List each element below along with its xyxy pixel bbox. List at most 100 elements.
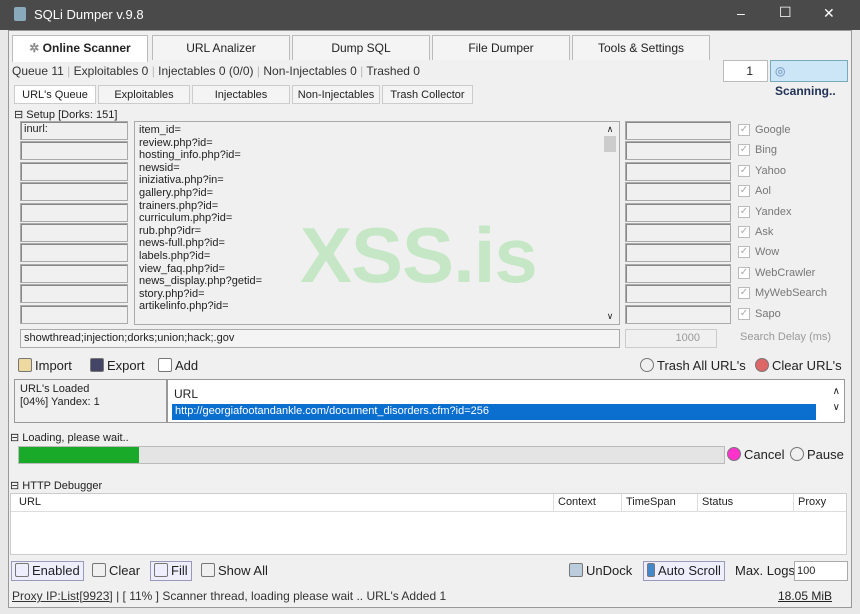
- prefix-input[interactable]: [20, 223, 128, 242]
- tab-dump-sql[interactable]: Dump SQL: [292, 35, 430, 60]
- prefix-input[interactable]: [20, 161, 128, 181]
- urls-loaded-status: [04%] Yandex: 1: [20, 396, 100, 408]
- dork-item[interactable]: item_id=: [139, 124, 262, 137]
- dork-item[interactable]: story.php?id=: [139, 288, 262, 301]
- engine-checkbox[interactable]: ✓: [738, 144, 750, 157]
- engine-value-input[interactable]: [625, 223, 731, 242]
- keywords-input[interactable]: showthread;injection;dorks;union;hack;.g…: [20, 329, 620, 348]
- dork-item[interactable]: newsid=: [139, 162, 262, 175]
- fill-toggle[interactable]: Fill: [150, 561, 192, 581]
- prefix-input[interactable]: inurl:: [20, 121, 128, 140]
- pause-button[interactable]: Pause: [790, 446, 844, 464]
- engine-checkbox[interactable]: ✓: [738, 164, 750, 177]
- dorks-scrollbar[interactable]: ∧ ∨: [603, 124, 617, 322]
- close-button[interactable]: ✕: [823, 5, 835, 22]
- engine-checkbox[interactable]: ✓: [738, 287, 750, 300]
- max-logs-stepper[interactable]: 100: [794, 561, 848, 581]
- engine-value-input[interactable]: [625, 141, 731, 161]
- url-list[interactable]: URL http://georgiafootandankle.com/docum…: [167, 379, 845, 423]
- subtab-trash-collector[interactable]: Trash Collector: [382, 85, 473, 104]
- engine-label: Wow: [755, 246, 780, 259]
- engine-checkbox[interactable]: ✓: [738, 226, 750, 238]
- engine-value-input[interactable]: [625, 202, 731, 222]
- prefix-input[interactable]: [20, 243, 128, 263]
- dork-item[interactable]: trainers.php?id=: [139, 200, 262, 213]
- url-list-scrollbar[interactable]: ∧ ∨: [833, 384, 840, 416]
- debugger-table[interactable]: URL Context TimeSpan Status Proxy: [10, 493, 847, 555]
- tab-file-dumper[interactable]: File Dumper: [432, 35, 570, 60]
- engine-checkbox[interactable]: ✓: [738, 205, 750, 218]
- trashed-count: Trashed 0: [366, 64, 420, 78]
- engine-value-input[interactable]: [625, 121, 731, 140]
- undock-button[interactable]: UnDock: [569, 562, 632, 580]
- injectables-count: Injectables 0 (0/0): [158, 64, 254, 78]
- col-url[interactable]: URL: [19, 494, 41, 511]
- dork-item[interactable]: hosting_info.php?id=: [139, 149, 262, 162]
- engine-checkbox[interactable]: ✓: [738, 246, 750, 259]
- engine-checkbox[interactable]: ✓: [738, 124, 750, 136]
- dork-item[interactable]: labels.php?id=: [139, 250, 262, 263]
- dork-item[interactable]: news-full.php?id=: [139, 237, 262, 250]
- url-row[interactable]: http://georgiafootandankle.com/document_…: [172, 404, 816, 420]
- dork-item[interactable]: view_faq.php?id=: [139, 263, 262, 276]
- memory-usage: 18.05 MiB: [778, 589, 833, 603]
- subtab-injectables[interactable]: Injectables: [192, 85, 290, 104]
- engine-value-input[interactable]: [625, 243, 731, 263]
- setup-group-label[interactable]: ⊟ Setup [Dorks: 151]: [14, 108, 117, 121]
- cancel-button[interactable]: Cancel: [727, 446, 784, 464]
- dork-item[interactable]: review.php?id=: [139, 137, 262, 150]
- engine-value-input[interactable]: [625, 161, 731, 181]
- minimize-button[interactable]: –: [737, 5, 745, 21]
- show-all-button[interactable]: Show All: [201, 562, 268, 580]
- export-button[interactable]: Export: [90, 357, 145, 375]
- subtab-non-injectables[interactable]: Non-Injectables: [292, 85, 380, 104]
- engine-value-input[interactable]: [625, 304, 731, 324]
- subtab-exploitables[interactable]: Exploitables: [98, 85, 190, 104]
- prefix-input[interactable]: [20, 141, 128, 161]
- subtab-urls-queue[interactable]: URL's Queue: [14, 85, 96, 104]
- engine-checkbox[interactable]: ✓: [738, 307, 750, 320]
- prefix-input[interactable]: [20, 304, 128, 324]
- clear-log-button[interactable]: Clear: [92, 562, 140, 580]
- add-button[interactable]: Add: [158, 357, 198, 375]
- clear-urls-button[interactable]: Clear URL's: [755, 357, 842, 375]
- prefix-input[interactable]: [20, 284, 128, 304]
- maximize-button[interactable]: ☐: [779, 4, 792, 21]
- prefix-input[interactable]: [20, 202, 128, 222]
- dork-item[interactable]: artikelinfo.php?id=: [139, 300, 262, 313]
- debugger-header: URL Context TimeSpan Status Proxy: [11, 494, 846, 512]
- tab-online-scanner[interactable]: ✲ Online Scanner: [12, 35, 148, 62]
- engine-checkbox[interactable]: ✓: [738, 266, 750, 279]
- enabled-toggle[interactable]: Enabled: [11, 561, 84, 581]
- dork-item[interactable]: curriculum.php?id=: [139, 212, 262, 225]
- debugger-group-label[interactable]: ⊟ HTTP Debugger: [10, 479, 102, 492]
- urls-loaded-panel: URL's Loaded [04%] Yandex: 1: [14, 379, 167, 423]
- engine-checkbox[interactable]: ✓: [738, 185, 750, 198]
- engine-value-input[interactable]: [625, 182, 731, 202]
- col-proxy[interactable]: Proxy: [793, 494, 826, 511]
- col-context[interactable]: Context: [553, 494, 596, 511]
- dork-item[interactable]: rub.php?idr=: [139, 225, 262, 238]
- proxy-list-link[interactable]: Proxy IP:List[9923]: [12, 589, 113, 603]
- prefix-input[interactable]: [20, 263, 128, 283]
- loading-group-label[interactable]: ⊟ Loading, please wait..: [10, 431, 129, 444]
- prefix-input[interactable]: [20, 182, 128, 202]
- col-timespan[interactable]: TimeSpan: [621, 494, 676, 511]
- import-button[interactable]: Import: [18, 357, 72, 375]
- threads-stepper[interactable]: 1: [723, 60, 768, 82]
- engine-value-input[interactable]: [625, 284, 731, 304]
- tab-url-analizer[interactable]: URL Analizer: [152, 35, 290, 60]
- dork-item[interactable]: gallery.php?id=: [139, 187, 262, 200]
- engine-label: Yahoo: [755, 164, 786, 177]
- search-delay-stepper[interactable]: 1000: [625, 329, 717, 348]
- scan-button[interactable]: ◎ Scanning..: [770, 60, 848, 98]
- trash-all-button[interactable]: Trash All URL's: [640, 357, 746, 375]
- dork-item[interactable]: iniziativa.php?in=: [139, 174, 262, 187]
- pause-icon: [790, 447, 804, 461]
- auto-scroll-toggle[interactable]: Auto Scroll: [643, 561, 725, 581]
- tab-tools-settings[interactable]: Tools & Settings: [572, 35, 710, 60]
- engine-label: Sapo: [755, 307, 781, 320]
- col-status[interactable]: Status: [697, 494, 733, 511]
- dork-item[interactable]: news_display.php?getid=: [139, 275, 262, 288]
- engine-value-input[interactable]: [625, 263, 731, 283]
